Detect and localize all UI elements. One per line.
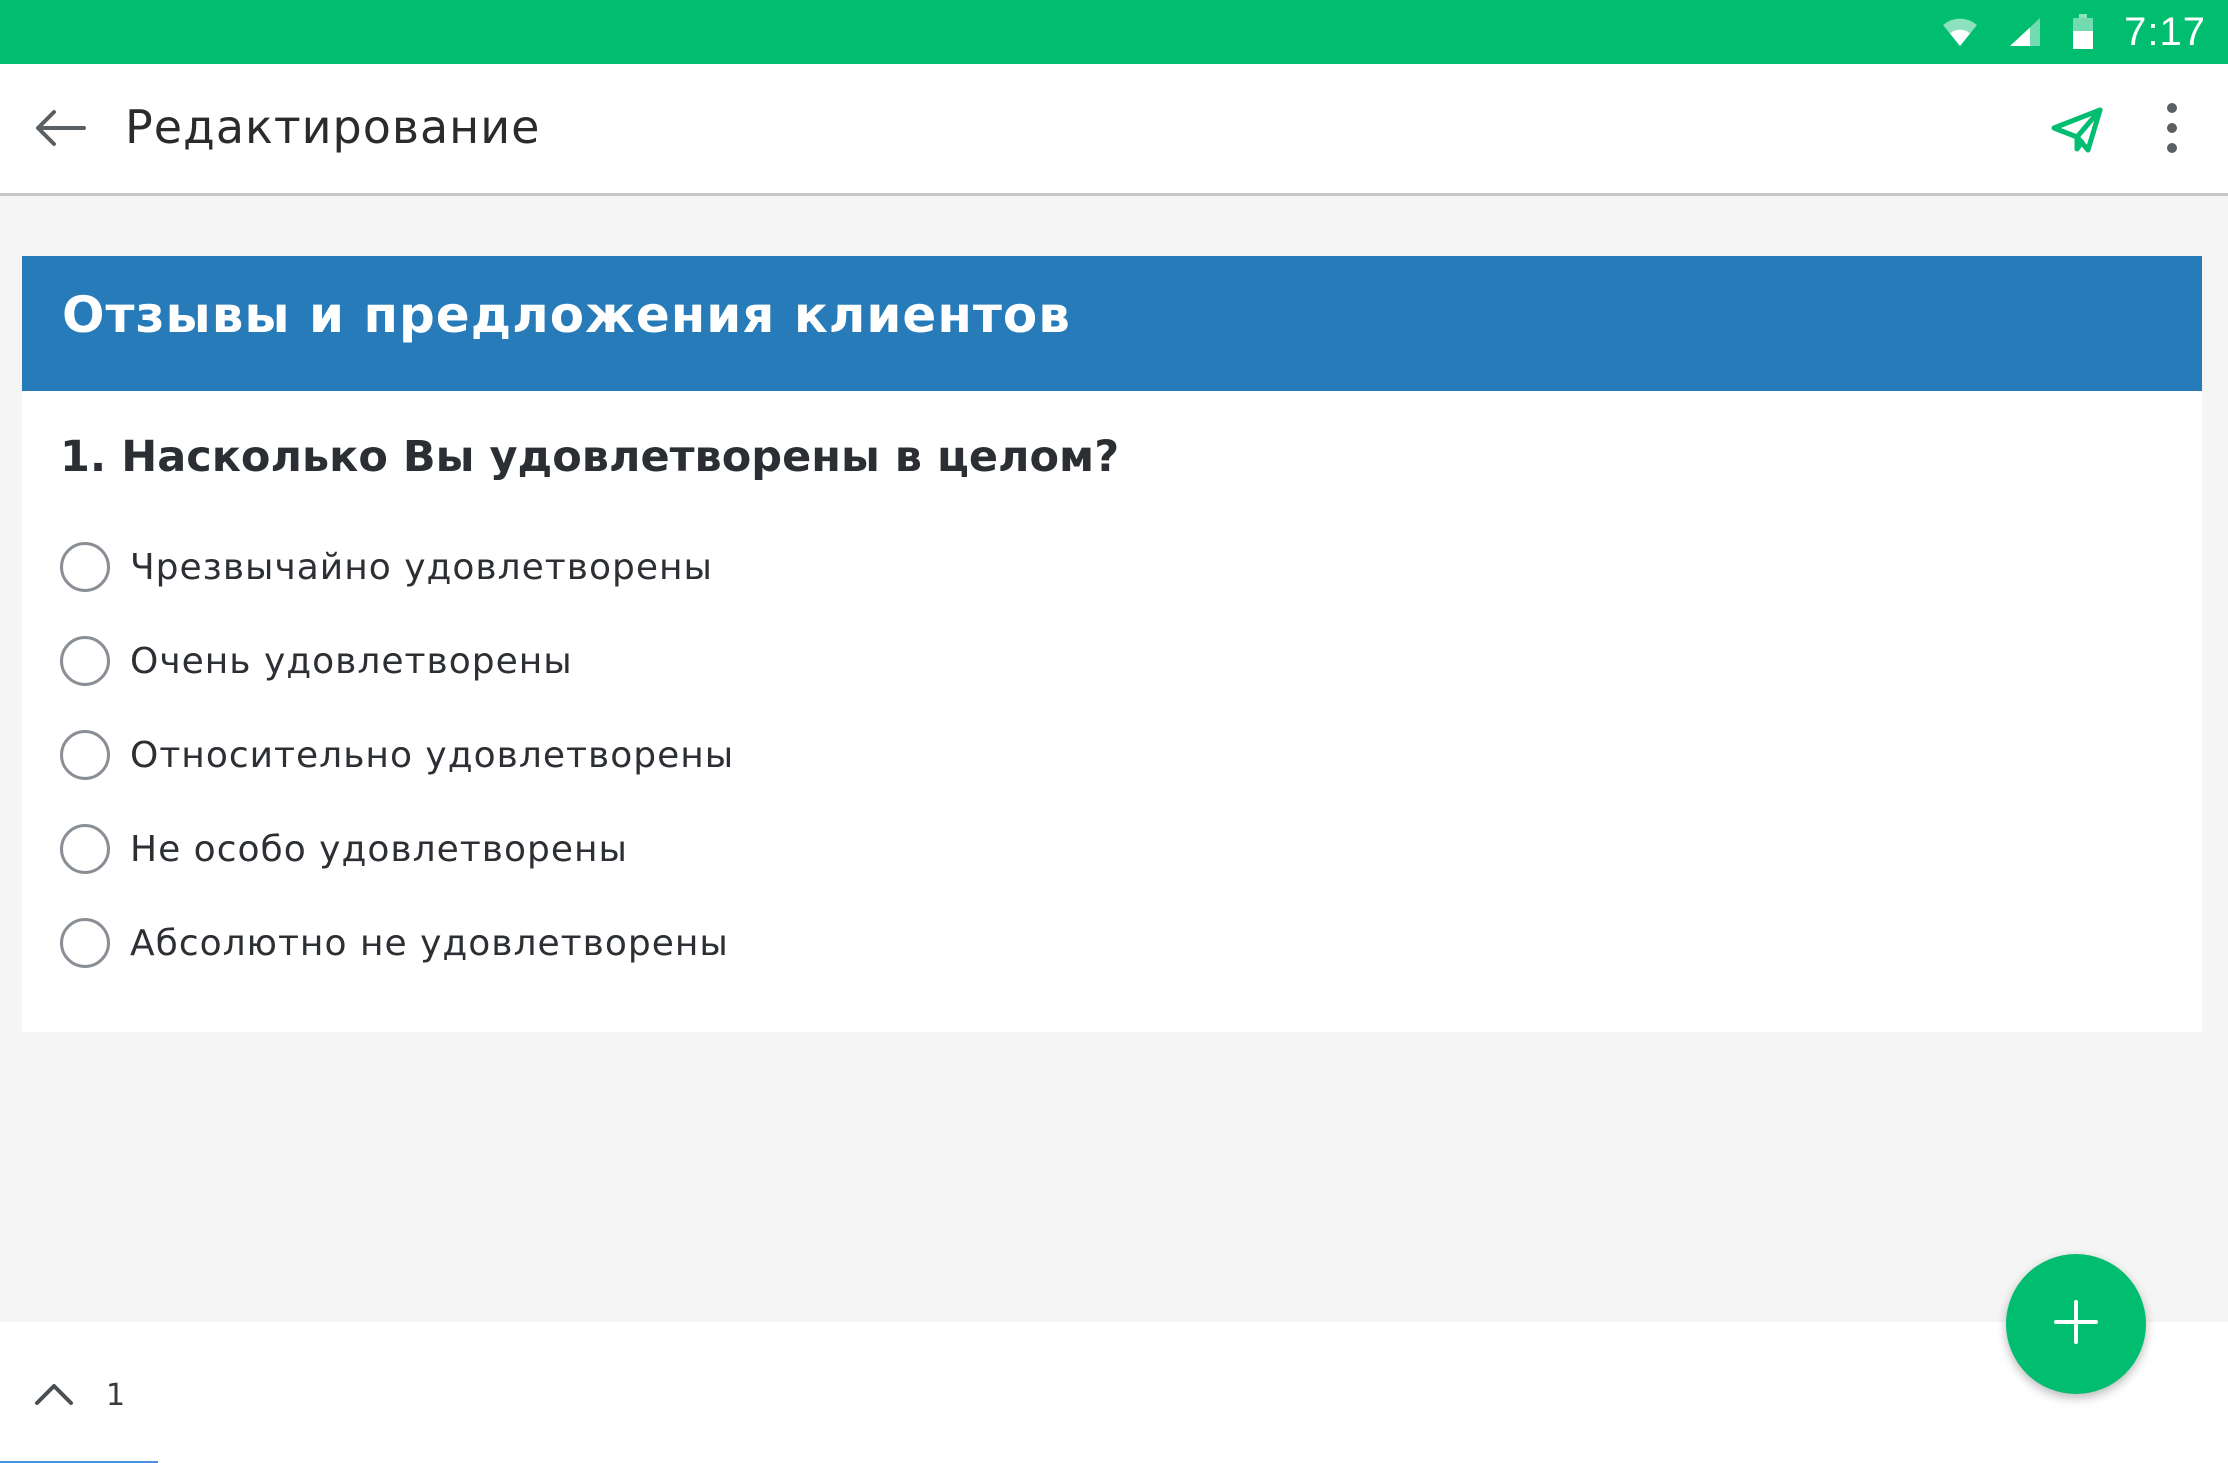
answer-options: Чрезвычайно удовлетворены Очень удовлетв… [60, 520, 1260, 990]
answer-option-label: Относительно удовлетворены [130, 734, 735, 776]
more-vertical-icon [2166, 102, 2178, 158]
answer-option-label: Не особо удовлетворены [130, 828, 628, 870]
radio-button[interactable] [60, 918, 110, 968]
answer-option-4[interactable]: Не особо удовлетворены [60, 802, 1260, 896]
wifi-icon [1942, 16, 1978, 48]
bottom-bar: 1 [0, 1322, 2228, 1463]
page-up-button[interactable] [26, 1376, 82, 1416]
screen: 7:17 Редактирование Отзывы и предложения… [0, 0, 2228, 1463]
cellular-signal-icon [2008, 16, 2042, 48]
radio-button[interactable] [60, 636, 110, 686]
answer-option-3[interactable]: Относительно удовлетворены [60, 708, 1260, 802]
send-button[interactable] [2042, 100, 2112, 164]
paper-plane-icon [2051, 107, 2103, 157]
page-number: 1 [106, 1378, 126, 1413]
radio-button[interactable] [60, 542, 110, 592]
answer-option-2[interactable]: Очень удовлетворены [60, 614, 1260, 708]
question-title: 1. Насколько Вы удовлетворены в целом? [60, 432, 1120, 482]
answer-option-label: Абсолютно не удовлетворены [130, 922, 729, 964]
status-icons: 7:17 [1942, 0, 2206, 64]
plus-icon [2054, 1300, 2098, 1348]
app-bar: Редактирование [0, 64, 2228, 196]
arrow-left-icon [32, 108, 88, 152]
survey-title: Отзывы и предложения клиентов [62, 286, 1071, 344]
survey-card: Отзывы и предложения клиентов 1. Насколь… [22, 256, 2202, 1032]
more-options-button[interactable] [2150, 98, 2194, 162]
chevron-up-icon [34, 1382, 74, 1410]
back-button[interactable] [28, 98, 92, 162]
survey-header: Отзывы и предложения клиентов [22, 256, 2202, 391]
answer-option-label: Чрезвычайно удовлетворены [130, 546, 713, 588]
answer-option-label: Очень удовлетворены [130, 640, 573, 682]
radio-button[interactable] [60, 824, 110, 874]
page-title: Редактирование [125, 100, 541, 154]
answer-option-5[interactable]: Абсолютно не удовлетворены [60, 896, 1260, 990]
radio-button[interactable] [60, 730, 110, 780]
status-time: 7:17 [2124, 9, 2206, 54]
status-bar: 7:17 [0, 0, 2228, 64]
answer-option-1[interactable]: Чрезвычайно удовлетворены [60, 520, 1260, 614]
battery-icon [2072, 14, 2094, 50]
add-question-button[interactable] [2006, 1254, 2146, 1394]
